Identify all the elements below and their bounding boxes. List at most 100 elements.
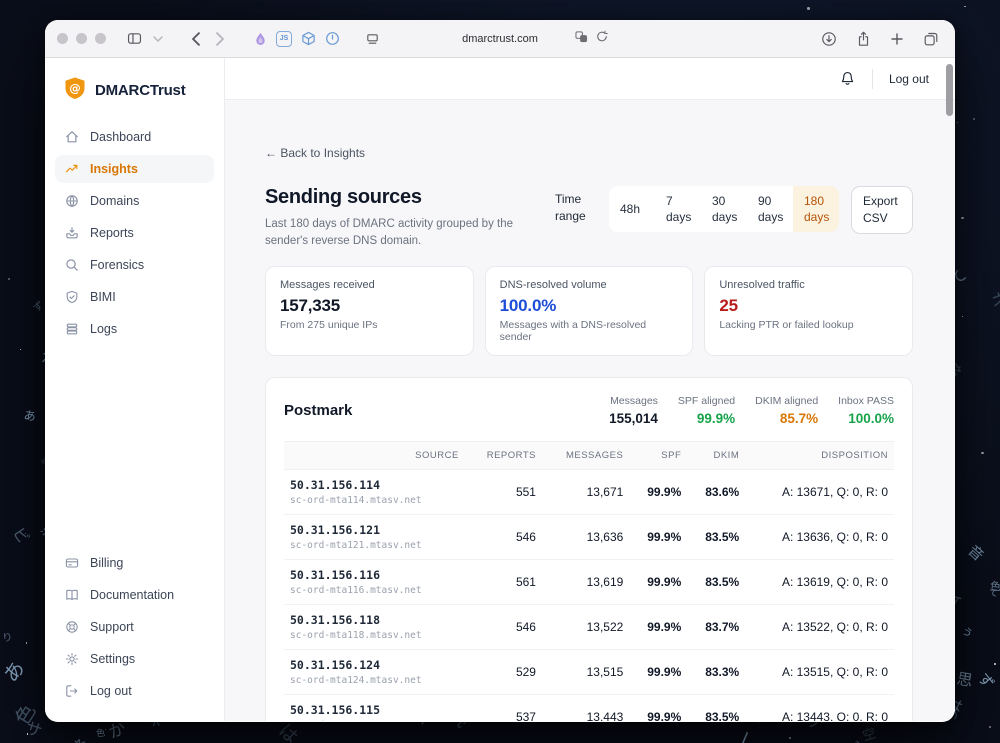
time-range-button[interactable]: 30 days [701, 186, 747, 232]
search-icon [64, 257, 80, 273]
extension-cube-icon[interactable] [296, 28, 320, 50]
spf-cell: 99.9% [629, 470, 687, 515]
table-row[interactable]: 50.31.156.118 sc-ord-mta118.mtasv.net 54… [284, 605, 894, 650]
sidebar-item-settings[interactable]: Settings [55, 645, 214, 673]
time-range-label: Time range [555, 186, 597, 225]
extension-js-icon[interactable]: JS [272, 28, 296, 50]
export-csv-button[interactable]: Export CSV [851, 186, 913, 234]
sidebar-item-insights[interactable]: Insights [55, 155, 214, 183]
column-header[interactable]: Disposition [745, 442, 894, 470]
zoom-window-button[interactable] [95, 33, 106, 44]
extension-power-icon[interactable] [320, 28, 344, 50]
reload-icon[interactable] [596, 30, 608, 48]
close-window-button[interactable] [57, 33, 68, 44]
stat-card-subtext: Messages with a DNS-resolved sender [500, 319, 679, 343]
disposition-cell: A: 13522, Q: 0, R: 0 [745, 605, 894, 650]
stat-card: DNS-resolved volume 100.0% Messages with… [485, 266, 694, 356]
time-range-button[interactable]: 180 days [793, 186, 839, 232]
sidebar-item-documentation[interactable]: Documentation [55, 581, 214, 609]
dkim-cell: 83.5% [687, 515, 745, 560]
summary-stat: Inbox PASS 100.0% [838, 395, 894, 426]
column-header[interactable]: Messages [542, 442, 629, 470]
back-button-icon[interactable] [184, 28, 208, 50]
sidebar-item-reports[interactable]: Reports [55, 219, 214, 247]
stat-card-label: DNS-resolved volume [500, 279, 679, 291]
sidebar-toggle-icon[interactable] [122, 28, 146, 50]
source-group-summary: Messages 155,014 SPF aligned 99.9% [609, 395, 894, 426]
table-row[interactable]: 50.31.156.121 sc-ord-mta121.mtasv.net 54… [284, 515, 894, 560]
spf-cell: 99.9% [629, 605, 687, 650]
extension-flame-icon[interactable] [248, 28, 272, 50]
disposition-cell: A: 13515, Q: 0, R: 0 [745, 650, 894, 695]
reports-cell: 529 [465, 650, 542, 695]
scrollbar-thumb[interactable] [946, 64, 953, 116]
source-ip: 50.31.156.116 [290, 568, 459, 582]
source-group-name: Postmark [284, 402, 352, 419]
column-header[interactable]: Source [284, 442, 465, 470]
sidebar-item-billing[interactable]: Billing [55, 549, 214, 577]
new-tab-icon[interactable] [885, 28, 909, 50]
sources-table: SourceReportsMessagesSPFDKIMDisposition … [284, 441, 894, 721]
topbar-logout-button[interactable]: Log out [889, 72, 929, 86]
tab-overview-icon[interactable] [919, 28, 943, 50]
reader-view-icon[interactable] [360, 28, 384, 50]
sidebar-item-support[interactable]: Support [55, 613, 214, 641]
sidebar-item-domains[interactable]: Domains [55, 187, 214, 215]
dkim-cell: 83.6% [687, 470, 745, 515]
sidebar-item-dashboard[interactable]: Dashboard [55, 123, 214, 151]
source-ip: 50.31.156.114 [290, 478, 459, 492]
reports-cell: 546 [465, 605, 542, 650]
app-topbar: Log out [225, 58, 955, 100]
forward-button-icon[interactable] [208, 28, 232, 50]
stat-card: Unresolved traffic 25 Lacking PTR or fai… [704, 266, 913, 356]
notifications-bell-icon[interactable] [839, 70, 856, 87]
table-row[interactable]: 50.31.156.114 sc-ord-mta114.mtasv.net 55… [284, 470, 894, 515]
sidebar-item-bimi[interactable]: BIMI [55, 283, 214, 311]
time-range-button[interactable]: 48h [609, 186, 655, 232]
chevron-down-icon[interactable] [146, 28, 170, 50]
sidebar-item-forensics[interactable]: Forensics [55, 251, 214, 279]
dkim-cell: 83.7% [687, 605, 745, 650]
credit-card-icon [64, 555, 80, 571]
gear-icon [64, 651, 80, 667]
source-hostname: sc-ord-mta116.mtasv.net [290, 585, 459, 596]
column-header[interactable]: Reports [465, 442, 542, 470]
stat-card-label: Unresolved traffic [719, 279, 898, 291]
messages-cell: 13,515 [542, 650, 629, 695]
stat-card-label: Messages received [280, 279, 459, 291]
table-row[interactable]: 50.31.156.124 sc-ord-mta124.mtasv.net 52… [284, 650, 894, 695]
table-row[interactable]: 50.31.156.115 sc-ord-mta115.mtasv.net 53… [284, 695, 894, 721]
lifebuoy-icon [64, 619, 80, 635]
column-header[interactable]: DKIM [687, 442, 745, 470]
trending-up-icon [64, 161, 80, 177]
globe-icon [64, 193, 80, 209]
spf-cell: 99.9% [629, 695, 687, 721]
column-header[interactable]: SPF [629, 442, 687, 470]
back-to-insights-link[interactable]: ← Back to Insights [265, 146, 913, 160]
svg-text:@: @ [69, 81, 81, 95]
page-subtitle: Last 180 days of DMARC activity grouped … [265, 216, 555, 249]
sidebar-item-logout[interactable]: Log out [55, 677, 214, 705]
messages-cell: 13,619 [542, 560, 629, 605]
source-hostname: sc-ord-mta121.mtasv.net [290, 540, 459, 551]
sidebar: @ DMARCTrust Dashboard Insights Domains [45, 58, 225, 721]
spf-cell: 99.9% [629, 650, 687, 695]
sidebar-item-logs[interactable]: Logs [55, 315, 214, 343]
stat-card-value: 100.0% [500, 296, 679, 316]
time-range-button[interactable]: 7 days [655, 186, 701, 232]
traffic-lights[interactable] [57, 33, 106, 44]
stat-card-value: 157,335 [280, 296, 459, 316]
translate-icon[interactable] [575, 30, 588, 48]
downloads-icon[interactable] [817, 28, 841, 50]
share-icon[interactable] [851, 28, 875, 50]
source-ip: 50.31.156.118 [290, 613, 459, 627]
table-row[interactable]: 50.31.156.116 sc-ord-mta116.mtasv.net 56… [284, 560, 894, 605]
sources-table-header-row: SourceReportsMessagesSPFDKIMDisposition [284, 442, 894, 470]
time-range-button[interactable]: 90 days [747, 186, 793, 232]
minimize-window-button[interactable] [76, 33, 87, 44]
stack-icon [64, 321, 80, 337]
logout-icon [64, 683, 80, 699]
reports-cell: 561 [465, 560, 542, 605]
spf-cell: 99.9% [629, 515, 687, 560]
messages-cell: 13,443 [542, 695, 629, 721]
